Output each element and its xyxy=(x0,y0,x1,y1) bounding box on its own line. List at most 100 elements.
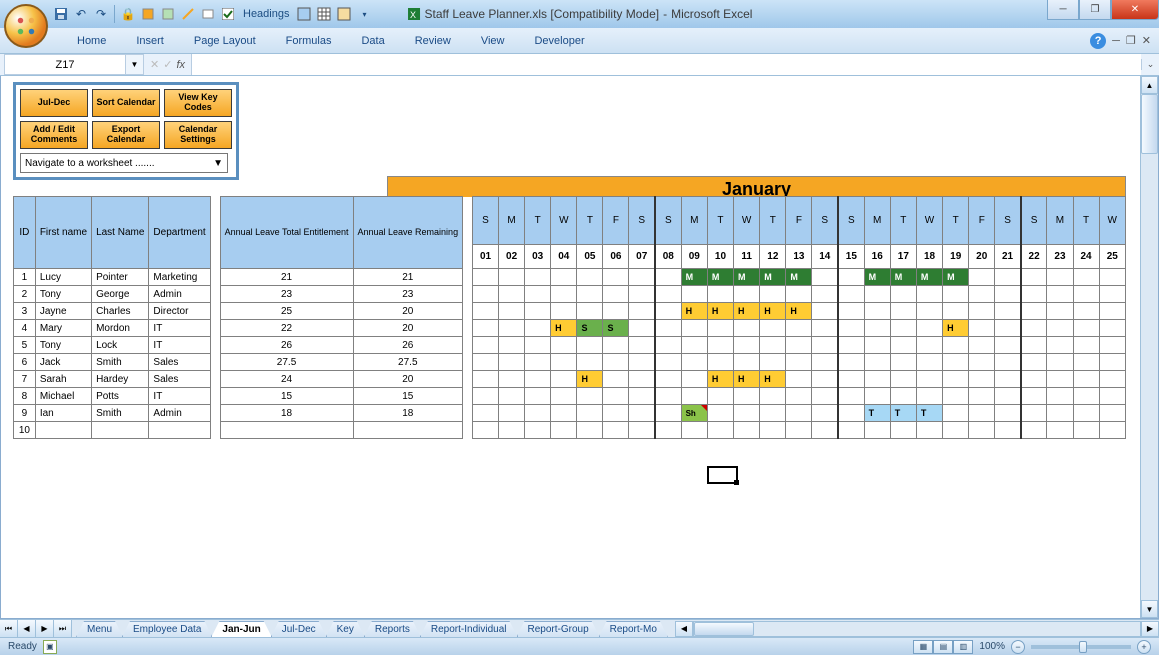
calendar-cell[interactable] xyxy=(1021,337,1047,354)
cell-last[interactable]: Smith xyxy=(92,405,149,422)
calendar-cell[interactable] xyxy=(995,405,1021,422)
calendar-cell[interactable] xyxy=(786,405,812,422)
calendar-cell[interactable] xyxy=(525,371,551,388)
cell-last[interactable]: Potts xyxy=(92,388,149,405)
hscroll-thumb[interactable] xyxy=(694,622,754,636)
cell-first[interactable]: Sarah xyxy=(35,371,91,388)
cell-last[interactable]: Smith xyxy=(92,354,149,371)
calendar-cell[interactable] xyxy=(812,354,838,371)
calendar-cell[interactable] xyxy=(629,422,655,439)
calendar-cell[interactable] xyxy=(812,405,838,422)
calendar-cell[interactable] xyxy=(707,286,733,303)
cell-dept[interactable]: IT xyxy=(149,337,210,354)
calendar-cell[interactable] xyxy=(577,269,603,286)
cell-remaining[interactable]: 20 xyxy=(353,320,463,337)
cell-remaining[interactable]: 21 xyxy=(353,269,463,286)
calendar-cell[interactable] xyxy=(551,286,577,303)
calendar-cell[interactable] xyxy=(707,320,733,337)
calendar-cell[interactable] xyxy=(655,286,681,303)
calendar-cell[interactable] xyxy=(1073,405,1099,422)
workbook-close-icon[interactable]: ✕ xyxy=(1142,34,1151,47)
calendar-cell[interactable] xyxy=(943,354,969,371)
calendar-cell[interactable] xyxy=(916,422,942,439)
cell-first[interactable] xyxy=(35,422,91,439)
calendar-cell[interactable] xyxy=(551,371,577,388)
calendar-cell[interactable] xyxy=(1047,286,1073,303)
cell-entitlement[interactable]: 22 xyxy=(220,320,353,337)
sheet-tab-employee-data[interactable]: Employee Data xyxy=(122,621,212,637)
calendar-cell[interactable] xyxy=(1021,354,1047,371)
cell-remaining[interactable]: 23 xyxy=(353,286,463,303)
calendar-cell[interactable] xyxy=(969,405,995,422)
calendar-cell[interactable] xyxy=(734,337,760,354)
fx-icon[interactable]: fx xyxy=(176,59,185,71)
calendar-cell[interactable] xyxy=(655,388,681,405)
calendar-cell[interactable] xyxy=(916,303,942,320)
hscroll-right-icon[interactable]: ▶ xyxy=(1141,621,1159,637)
calendar-cell[interactable] xyxy=(551,269,577,286)
calendar-cell[interactable] xyxy=(577,422,603,439)
calendar-cell[interactable] xyxy=(760,286,786,303)
calendar-cell[interactable] xyxy=(995,320,1021,337)
cell-entitlement[interactable]: 25 xyxy=(220,303,353,320)
calendar-cell[interactable] xyxy=(969,269,995,286)
calendar-cell[interactable] xyxy=(499,405,525,422)
workbook-restore-icon[interactable]: ❐ xyxy=(1126,34,1136,47)
calendar-cell[interactable] xyxy=(969,422,995,439)
calendar-cell[interactable] xyxy=(786,422,812,439)
cell-last[interactable]: George xyxy=(92,286,149,303)
calendar-cell[interactable] xyxy=(655,269,681,286)
cell-dept[interactable]: IT xyxy=(149,388,210,405)
formula-input[interactable] xyxy=(191,54,1141,75)
calendar-cell[interactable] xyxy=(916,371,942,388)
calendar-cell[interactable] xyxy=(577,303,603,320)
calendar-cell[interactable] xyxy=(864,337,890,354)
calendar-cell[interactable] xyxy=(655,354,681,371)
ribbon-tab-page-layout[interactable]: Page Layout xyxy=(179,30,271,51)
calendar-cell[interactable] xyxy=(890,388,916,405)
calendar-cell[interactable] xyxy=(760,405,786,422)
calendar-cell[interactable] xyxy=(499,303,525,320)
calendar-cell[interactable] xyxy=(969,320,995,337)
calendar-cell[interactable] xyxy=(499,354,525,371)
calendar-cell[interactable] xyxy=(525,354,551,371)
calendar-cell[interactable] xyxy=(1021,320,1047,337)
calendar-cell[interactable] xyxy=(812,269,838,286)
calendar-cell[interactable] xyxy=(472,337,498,354)
cell-first[interactable]: Ian xyxy=(35,405,91,422)
calendar-cell[interactable] xyxy=(629,337,655,354)
calendar-cell[interactable] xyxy=(916,354,942,371)
cell-last[interactable]: Lock xyxy=(92,337,149,354)
calendar-cell[interactable] xyxy=(838,269,864,286)
calendar-cell[interactable] xyxy=(1099,337,1125,354)
tool-icon-1[interactable] xyxy=(139,5,157,23)
checkbox-icon[interactable] xyxy=(219,5,237,23)
calendar-cell[interactable] xyxy=(1073,269,1099,286)
sheet-tab-report-group[interactable]: Report-Group xyxy=(517,621,600,637)
office-button[interactable] xyxy=(4,4,48,48)
navigate-worksheet-dropdown[interactable]: Navigate to a worksheet ....... ▼ xyxy=(20,153,228,173)
calendar-cell[interactable]: T xyxy=(890,405,916,422)
cell-first[interactable]: Tony xyxy=(35,286,91,303)
calendar-cell[interactable] xyxy=(838,303,864,320)
view-icon-3[interactable] xyxy=(335,5,353,23)
calendar-cell[interactable] xyxy=(655,337,681,354)
calendar-cell[interactable] xyxy=(603,354,629,371)
calendar-cell[interactable] xyxy=(499,337,525,354)
cell-id[interactable]: 8 xyxy=(14,388,36,405)
scroll-up-icon[interactable]: ▲ xyxy=(1141,76,1158,94)
zoom-level[interactable]: 100% xyxy=(979,641,1005,652)
calendar-cell[interactable] xyxy=(943,371,969,388)
cell-remaining[interactable]: 20 xyxy=(353,303,463,320)
calendar-cell[interactable]: T xyxy=(916,405,942,422)
sheet-tab-key[interactable]: Key xyxy=(326,621,365,637)
calendar-cell[interactable] xyxy=(525,388,551,405)
calendar-cell[interactable] xyxy=(472,371,498,388)
calendar-cell[interactable] xyxy=(969,354,995,371)
calendar-cell[interactable] xyxy=(551,405,577,422)
cell-dept[interactable]: Marketing xyxy=(149,269,210,286)
calendar-cell[interactable] xyxy=(472,286,498,303)
calendar-cell[interactable] xyxy=(969,371,995,388)
cell-entitlement[interactable]: 15 xyxy=(220,388,353,405)
calendar-cell[interactable]: M xyxy=(943,269,969,286)
